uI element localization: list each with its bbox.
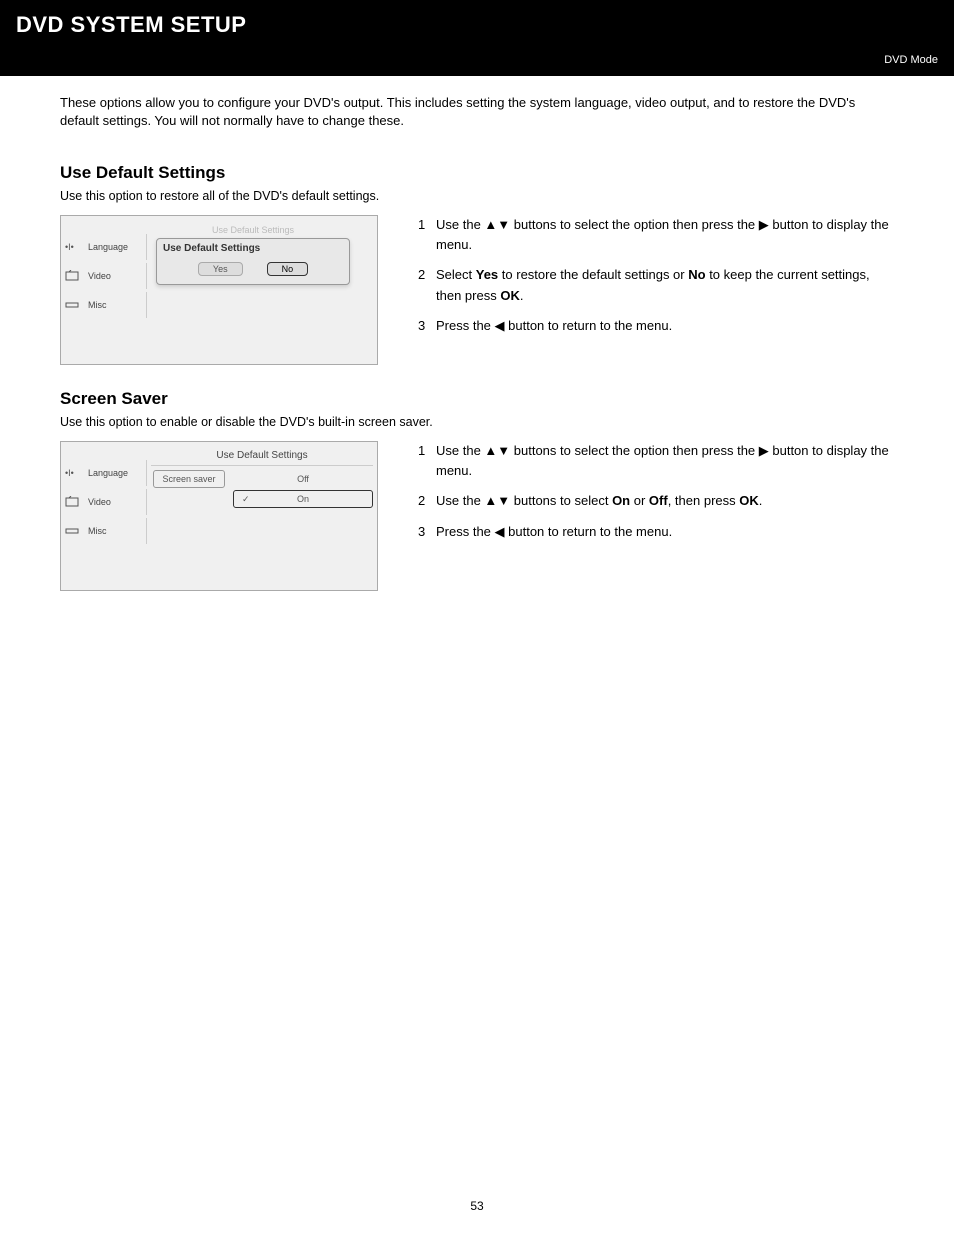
header-title: DVD SYSTEM SETUP xyxy=(16,12,938,38)
page-header: DVD SYSTEM SETUP DVD Mode xyxy=(0,0,954,76)
section2-title: Screen Saver xyxy=(0,365,954,415)
svg-text:•I•: •I• xyxy=(65,242,74,252)
section1-desc: Use this option to restore all of the DV… xyxy=(0,189,954,209)
up-down-arrows-icon: ▲▼ xyxy=(484,493,510,508)
osd-sidebar-video: Video xyxy=(61,489,147,515)
step-number: 3 xyxy=(418,316,436,336)
osd-screenshot-default: •I• Language Video Misc xyxy=(60,215,378,365)
section2-steps: 1 Use the ▲▼ buttons to select the optio… xyxy=(418,441,894,591)
osd-sidebar-label: Misc xyxy=(88,300,107,310)
screensaver-label: Screen saver xyxy=(153,470,225,488)
step-3: 3 Press the ◀ button to return to the me… xyxy=(418,316,894,336)
misc-icon xyxy=(65,299,83,311)
step-2: 2 Use the ▲▼ buttons to select On or Off… xyxy=(418,491,894,511)
section2-desc: Use this option to enable or disable the… xyxy=(0,415,954,435)
left-arrow-icon: ◀ xyxy=(495,318,505,333)
left-arrow-icon: ◀ xyxy=(495,524,505,539)
step-number: 3 xyxy=(418,522,436,542)
check-icon: ✓ xyxy=(242,494,250,505)
osd-sidebar-video: Video xyxy=(61,263,147,289)
up-down-arrows-icon: ▲▼ xyxy=(484,217,510,232)
misc-icon xyxy=(65,525,83,537)
step-2: 2 Select Yes to restore the default sett… xyxy=(418,265,894,305)
page-number: 53 xyxy=(0,1199,954,1213)
osd-sidebar-label: Video xyxy=(88,497,111,507)
section1-steps: 1 Use the ▲▼ buttons to select the optio… xyxy=(418,215,894,365)
video-icon xyxy=(65,270,83,282)
right-arrow-icon: ▶ xyxy=(759,217,769,232)
step-number: 1 xyxy=(418,215,436,255)
pane-heading: Use Default Settings xyxy=(151,446,373,466)
right-arrow-icon: ▶ xyxy=(759,443,769,458)
step-1: 1 Use the ▲▼ buttons to select the optio… xyxy=(418,215,894,255)
svg-text:•I•: •I• xyxy=(65,468,74,478)
section1-title: Use Default Settings xyxy=(0,139,954,189)
osd-sidebar: •I• Language Video Misc xyxy=(61,234,147,318)
osd-sidebar-language: •I• Language xyxy=(61,234,147,260)
osd-sidebar-label: Video xyxy=(88,271,111,281)
intro-text: These options allow you to configure you… xyxy=(0,76,954,139)
screensaver-pane: Use Default Settings Screen saver Off ✓ … xyxy=(151,446,373,586)
osd-sidebar: •I• Language Video Misc xyxy=(61,460,147,544)
option-on: ✓ On xyxy=(233,490,373,508)
step-number: 1 xyxy=(418,441,436,481)
up-down-arrows-icon: ▲▼ xyxy=(484,443,510,458)
language-icon: •I• xyxy=(65,467,83,479)
dialog-no-button: No xyxy=(267,262,309,276)
step-number: 2 xyxy=(418,265,436,305)
language-icon: •I• xyxy=(65,241,83,253)
osd-sidebar-misc: Misc xyxy=(61,292,147,318)
default-settings-dialog: Use Default Settings Yes No xyxy=(156,238,350,285)
step-number: 2 xyxy=(418,491,436,511)
osd-screenshot-screensaver: •I• Language Video Misc xyxy=(60,441,378,591)
osd-sidebar-label: Language xyxy=(88,468,128,478)
osd-sidebar-language: •I• Language xyxy=(61,460,147,486)
dialog-yes-button: Yes xyxy=(198,262,243,276)
option-off: Off xyxy=(233,470,373,488)
osd-sidebar-label: Misc xyxy=(88,526,107,536)
step-3: 3 Press the ◀ button to return to the me… xyxy=(418,522,894,542)
header-subtitle: DVD Mode xyxy=(884,54,938,66)
step-1: 1 Use the ▲▼ buttons to select the optio… xyxy=(418,441,894,481)
osd-sidebar-misc: Misc xyxy=(61,518,147,544)
dialog-title: Use Default Settings xyxy=(163,243,343,260)
osd-sidebar-label: Language xyxy=(88,242,128,252)
video-icon xyxy=(65,496,83,508)
